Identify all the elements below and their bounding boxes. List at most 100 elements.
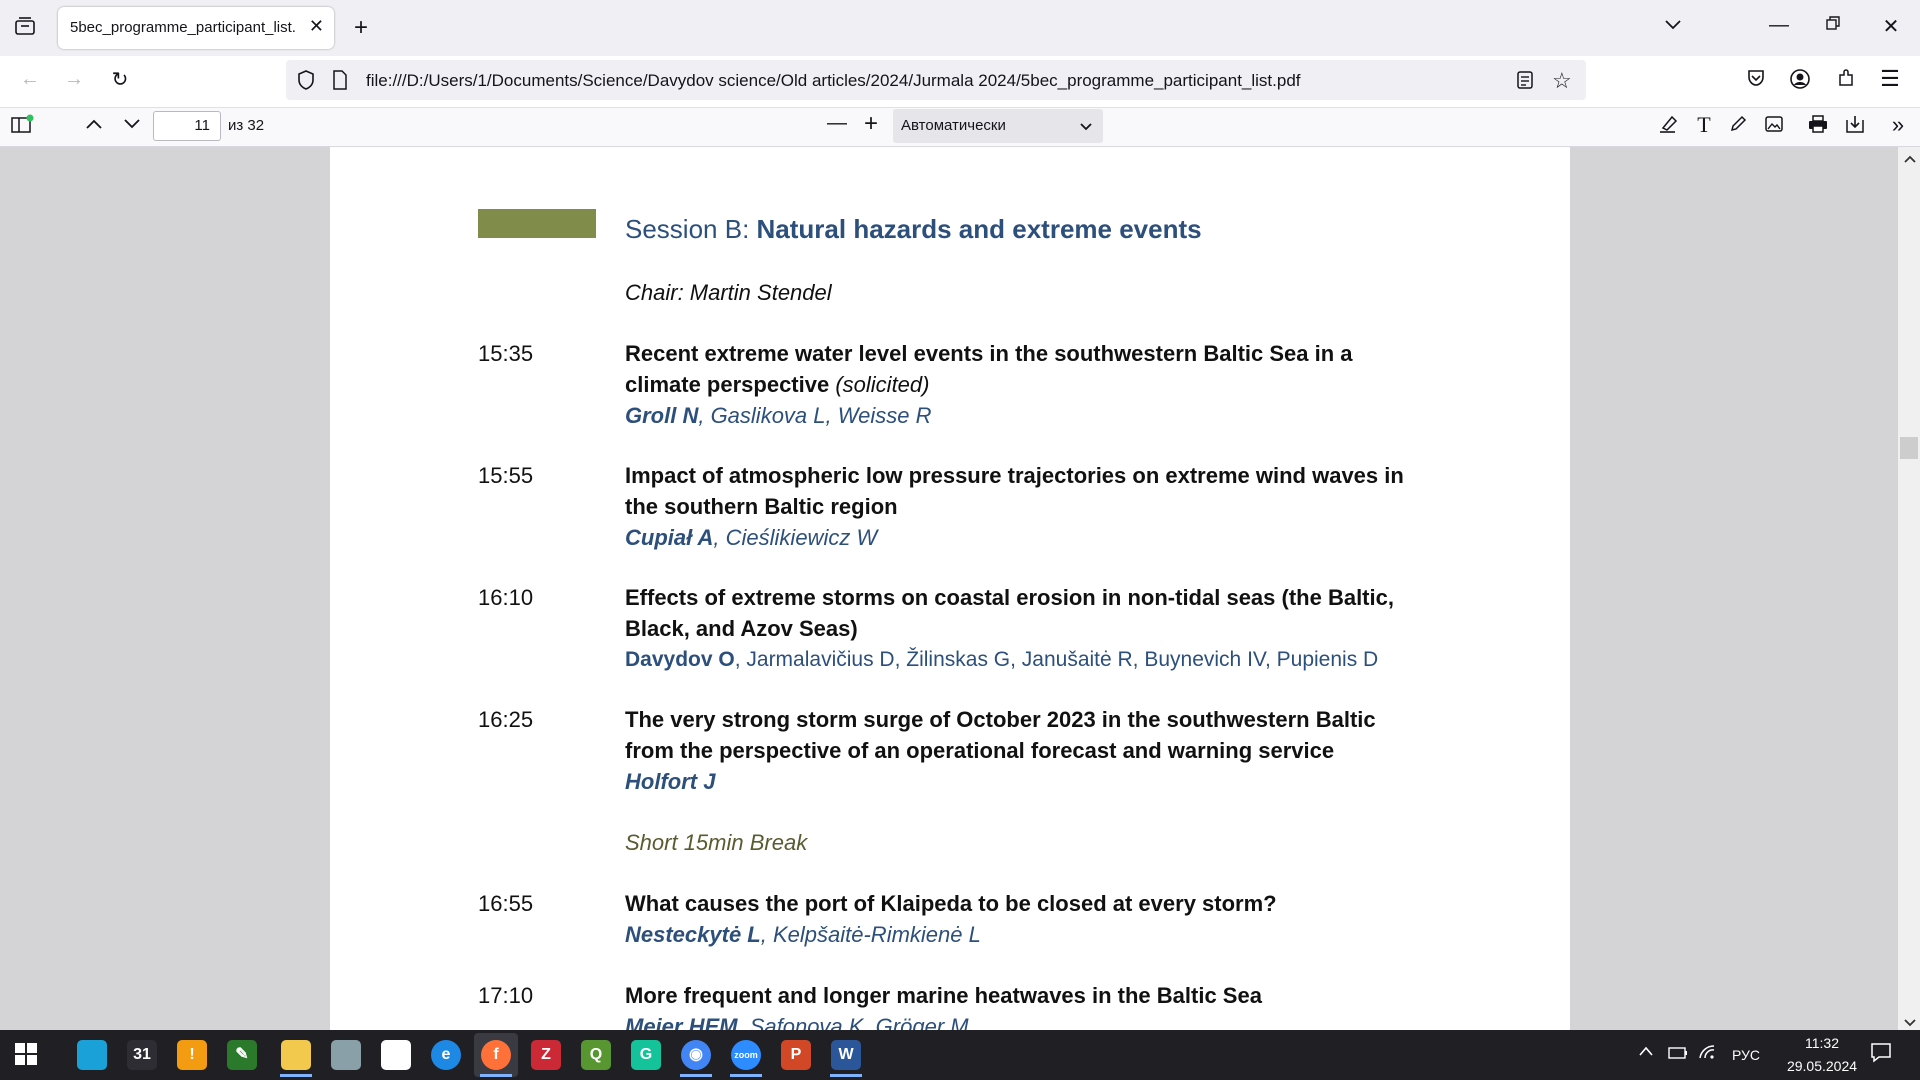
zoom-out-icon[interactable]: — [826,112,848,135]
running-indicator [680,1074,712,1077]
entry-lead-author: Davydov O [625,648,735,671]
taskbar-zoom-button[interactable]: zoom [724,1033,768,1077]
back-icon[interactable]: ← [16,68,44,91]
draw-icon[interactable] [1726,114,1750,140]
sidebar-toggle-icon[interactable] [8,114,36,140]
file-icon [332,70,348,95]
session-chair: Chair: Martin Stendel [625,280,832,305]
next-page-icon[interactable] [120,114,144,137]
previous-page-icon[interactable] [82,114,106,137]
chevron-down-icon [1079,119,1093,136]
entry-lead-author: Holfort J [625,769,716,794]
close-window-icon[interactable]: ✕ [1876,14,1906,39]
running-indicator [830,1074,862,1077]
zoom-icon: zoom [731,1040,761,1070]
vertical-scrollbar[interactable] [1898,147,1920,1030]
input-language[interactable]: РУС [1732,1047,1760,1063]
entry-co-authors: , Jarmalavičius D, Žilinskas G, Janušait… [734,648,1379,671]
entry-note: (solicited) [829,372,930,397]
entry-title: Recent extreme water level events in the… [625,341,1353,397]
forward-icon[interactable]: → [60,68,88,91]
notifications-icon[interactable] [1870,1041,1892,1066]
entry-lead-author: Meier HEM [625,1014,738,1030]
tab-title: 5bec_programme_participant_list.pdf [70,19,295,36]
entry-co-authors: , Safonova K, Gröger M [737,1014,969,1030]
running-indicator [480,1074,512,1077]
taskbar-paint-button[interactable]: ✎ [220,1033,264,1077]
scrollbar-thumb[interactable] [1900,437,1918,459]
running-indicator [280,1074,312,1077]
entry-time: 17:10 [478,983,534,1008]
word-icon: W [831,1040,861,1070]
taskbar-word-button[interactable]: W [824,1033,868,1077]
session-title: Natural hazards and extreme events [756,214,1202,244]
tray-overflow-icon[interactable] [1638,1044,1654,1062]
entry-co-authors: , Kelpšaitė-Rimkienė L [760,922,981,947]
zoom-select[interactable]: Автоматически [893,109,1103,143]
text-tool-icon[interactable]: T [1692,112,1716,138]
clock-date[interactable]: 29.05.2024 [1774,1058,1870,1074]
taskbar-image-viewer-button[interactable] [324,1033,368,1077]
menu-icon[interactable]: ☰ [1876,66,1904,92]
entry-lead-author: Cupiał A [625,525,714,550]
firefox-icon: f [481,1040,511,1070]
scroll-up-icon[interactable] [1904,151,1916,169]
taskbar-notepad-button[interactable] [374,1033,418,1077]
restore-icon[interactable] [1818,14,1848,37]
taskbar-task-view-button[interactable] [70,1033,114,1077]
add-image-icon[interactable] [1762,114,1786,140]
notepad-icon [381,1040,411,1070]
running-indicator [730,1074,762,1077]
tab-close-icon[interactable]: ✕ [309,16,324,37]
program-entry: What causes the port of Klaipeda to be c… [625,888,1425,950]
taskbar-qgis-button[interactable]: Q [574,1033,618,1077]
session-prefix: Session B: [625,214,757,244]
extensions-icon[interactable] [1832,68,1860,94]
account-icon[interactable] [1786,68,1814,96]
taskbar-avast-button[interactable]: ! [170,1033,214,1077]
print-icon[interactable] [1806,114,1830,140]
reader-view-icon[interactable] [1516,70,1534,95]
new-tab-button[interactable]: + [348,14,374,42]
tracking-shield-icon[interactable] [296,69,316,96]
taskbar-grammarly-button[interactable]: G [624,1033,668,1077]
entry-title: Impact of atmospheric low pressure traje… [625,463,1404,519]
zoom-select-value: Автоматически [901,117,1006,134]
pocket-icon[interactable] [1742,68,1770,94]
reload-icon[interactable]: ↻ [106,67,134,92]
taskbar-edge-button[interactable]: e [424,1033,468,1077]
highlight-icon[interactable] [1656,114,1680,140]
url-bar[interactable]: file:///D:/Users/1/Documents/Science/Dav… [286,60,1586,100]
image-viewer-icon [331,1040,361,1070]
taskbar-chrome-button[interactable]: ◉ [674,1033,718,1077]
taskbar-firefox-button[interactable]: f [474,1033,518,1077]
program-entry: Impact of atmospheric low pressure traje… [625,460,1425,553]
list-all-tabs-icon[interactable] [1660,14,1686,37]
entry-co-authors: , Cieślikiewicz W [713,525,878,550]
zotero-icon: Z [531,1040,561,1070]
tab-list-icon[interactable] [12,16,38,42]
windows-start-icon[interactable] [14,1042,38,1071]
taskbar-zotero-button[interactable]: Z [524,1033,568,1077]
url-text: file:///D:/Users/1/Documents/Science/Dav… [366,71,1301,90]
avast-icon: ! [177,1040,207,1070]
grammarly-icon: G [631,1040,661,1070]
entry-lead-author: Groll N [625,403,699,428]
bookmark-star-icon[interactable]: ☆ [1552,68,1572,94]
minimize-icon[interactable]: — [1764,14,1794,37]
taskbar-calendar-button[interactable]: 31 [120,1033,164,1077]
page-count: из 32 [228,117,265,134]
taskbar-powerpoint-button[interactable]: P [774,1033,818,1077]
wifi-icon[interactable] [1698,1044,1716,1063]
tab-pdf[interactable]: 5bec_programme_participant_list.pdf ✕ [58,7,334,49]
session-heading: Session B: Natural hazards and extreme e… [625,214,1202,244]
page-number-input[interactable]: 11 [153,111,221,141]
entry-time: 16:10 [478,585,534,610]
clock-time[interactable]: 11:32 [1792,1035,1852,1051]
taskbar-file-explorer-button[interactable] [274,1033,318,1077]
tools-menu-icon[interactable]: » [1886,112,1910,138]
program-entry: The very strong storm surge of October 2… [625,704,1425,797]
battery-icon[interactable] [1668,1046,1688,1062]
zoom-in-icon[interactable]: + [859,110,883,138]
save-icon[interactable] [1843,114,1867,140]
